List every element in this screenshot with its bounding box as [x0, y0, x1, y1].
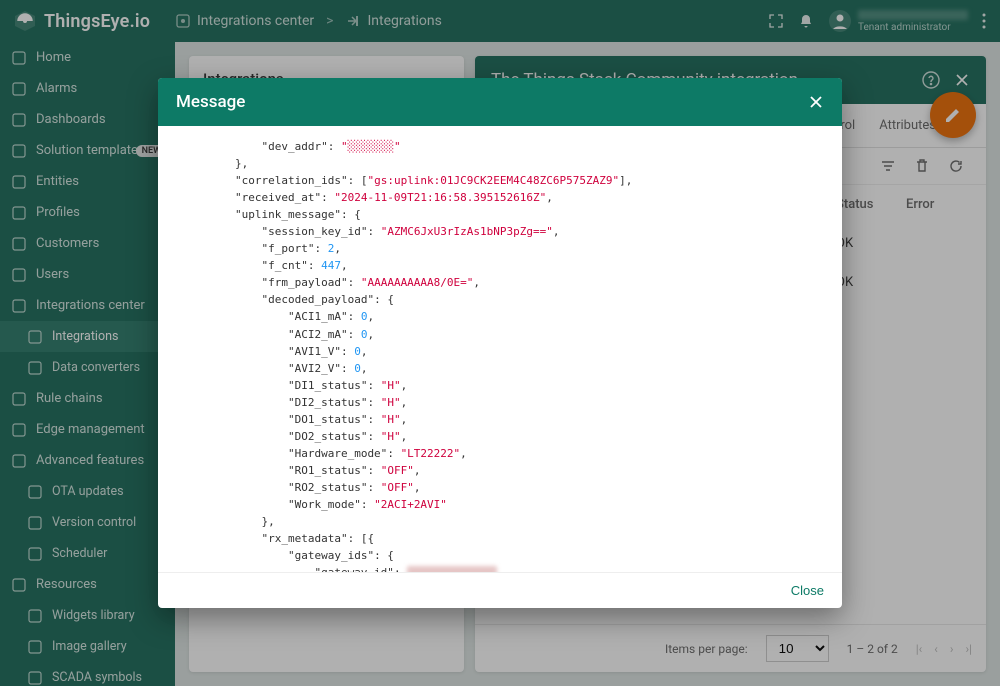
dialog-json-body[interactable]: "dev_addr": "░░░░░░░" }, "correlation_id…	[158, 126, 842, 572]
dialog-title: Message	[176, 92, 245, 112]
message-dialog: Message "dev_addr": "░░░░░░░" }, "correl…	[158, 78, 842, 608]
dialog-close-icon[interactable]	[808, 94, 824, 110]
dialog-close-button[interactable]: Close	[791, 583, 824, 598]
